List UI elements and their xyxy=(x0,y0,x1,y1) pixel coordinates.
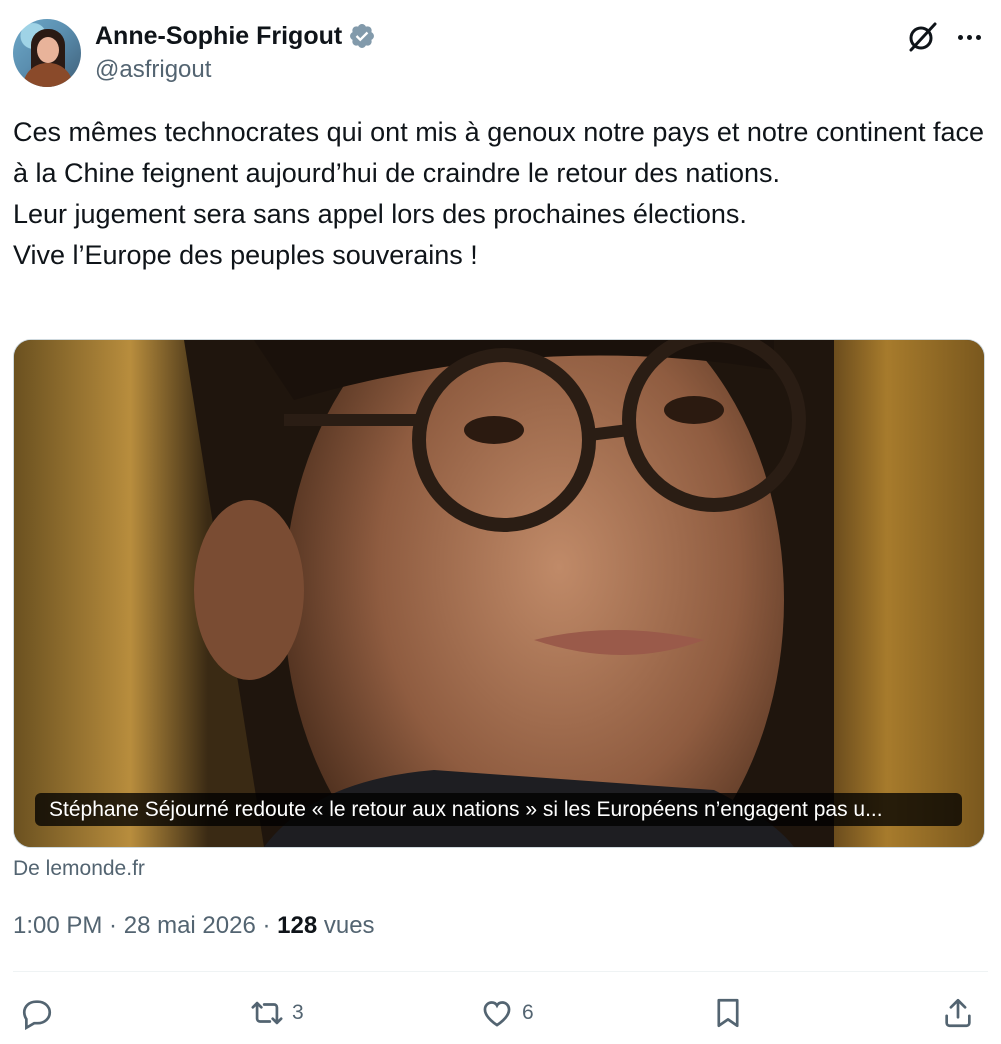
tweet-date[interactable]: 28 mai 2026 xyxy=(124,912,256,939)
divider xyxy=(13,971,988,972)
more-icon[interactable] xyxy=(952,20,986,54)
link-card-source[interactable]: De lemonde.fr xyxy=(13,855,145,883)
retweet-count: 3 xyxy=(292,1001,304,1024)
verified-icon[interactable] xyxy=(348,22,376,50)
portrait-photo xyxy=(14,340,984,847)
grok-icon[interactable] xyxy=(905,20,939,54)
views-label: vues xyxy=(323,912,375,939)
tweet-text: Ces mêmes technocrates qui ont mis à gen… xyxy=(13,112,988,276)
retweet-icon xyxy=(251,1001,283,1025)
author-name-row: Anne-Sophie Frigout xyxy=(95,20,376,52)
tweet-meta: 1:00 PM · 28 mai 2026 · 128 vues xyxy=(13,912,375,939)
retweet-button[interactable]: 3 xyxy=(250,995,304,1031)
views-count: 128 xyxy=(277,912,318,939)
like-button[interactable]: 6 xyxy=(480,995,534,1031)
author-handle[interactable]: @asfrigout xyxy=(95,54,211,86)
tweet-text-line: Vive l’Europe des peuples souverains ! xyxy=(13,240,478,270)
tweet-text-line: Ces mêmes technocrates qui ont mis à gen… xyxy=(13,117,985,188)
author-display-name[interactable]: Anne-Sophie Frigout xyxy=(95,20,342,52)
bookmark-button[interactable] xyxy=(711,995,745,1031)
tweet-text-line: Leur jugement sera sans appel lors des p… xyxy=(13,199,747,229)
author-avatar[interactable] xyxy=(13,19,81,87)
reply-button[interactable] xyxy=(20,995,62,1031)
like-count: 6 xyxy=(522,1001,534,1024)
tweet-time[interactable]: 1:00 PM xyxy=(13,912,102,939)
share-button[interactable] xyxy=(941,995,975,1031)
link-card-title[interactable]: Stéphane Séjourné redoute « le retour au… xyxy=(35,793,962,826)
share-icon xyxy=(945,998,971,1028)
link-card-image[interactable]: Stéphane Séjourné redoute « le retour au… xyxy=(13,339,985,848)
bookmark-icon xyxy=(717,998,739,1028)
reply-icon xyxy=(22,1000,52,1030)
like-icon xyxy=(483,1001,511,1027)
